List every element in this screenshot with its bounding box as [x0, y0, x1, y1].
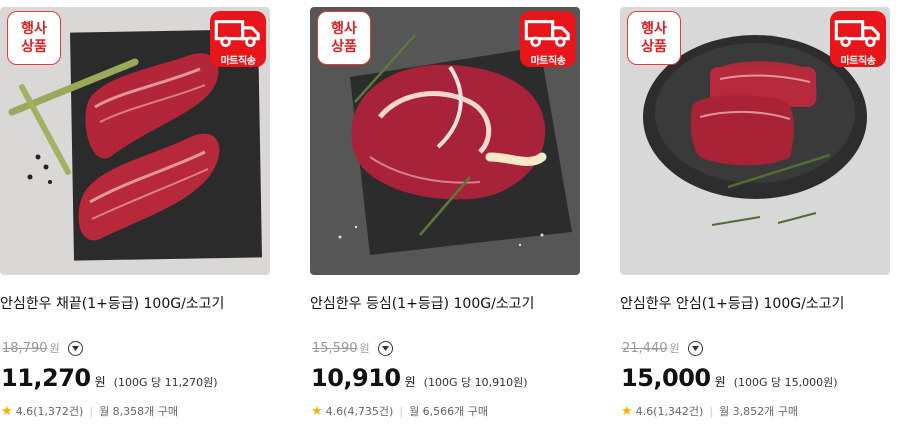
sale-price: 15,000: [621, 364, 711, 392]
mart-delivery-badge: 마트직송: [520, 11, 576, 67]
event-product-badge: 행사 상품: [627, 11, 681, 65]
price-detail-toggle[interactable]: [687, 340, 703, 356]
product-title[interactable]: 안심한우 안심(1+등급) 100G/소고기: [620, 293, 844, 313]
original-price: 18,790: [2, 340, 48, 356]
original-price-row: 15,590 원: [312, 340, 393, 356]
chevron-down-icon: [71, 345, 79, 351]
chevron-down-icon: [381, 345, 389, 351]
rating-text[interactable]: 4.6(4,735건): [326, 403, 394, 419]
monthly-sales: 월 3,852개 구매: [719, 405, 799, 418]
original-price-row: 18,790 원: [2, 340, 83, 356]
product-card[interactable]: 행사 상품 마트직송 안심한우 채끝(1+등급) 100G/소고기 18,790…: [0, 0, 272, 442]
rating-text[interactable]: 4.6(1,372건): [16, 403, 84, 419]
event-badge-line-1: 행사: [331, 21, 357, 37]
unit-price: (100G 당 10,910원): [423, 376, 528, 389]
product-card[interactable]: 행사 상품 마트직송 안심한우 등심(1+등급) 100G/소고기 15,590…: [310, 0, 582, 442]
truck-icon: [214, 20, 260, 48]
original-price-unit: 원: [669, 342, 680, 355]
monthly-sales: 월 8,358개 구매: [99, 405, 179, 418]
original-price: 15,590: [312, 340, 358, 356]
sale-price-unit: 원: [714, 375, 726, 389]
event-product-badge: 행사 상품: [317, 11, 371, 65]
unit-price: (100G 당 15,000원): [733, 376, 838, 389]
star-icon: ★: [621, 403, 633, 419]
price-detail-toggle[interactable]: [377, 340, 393, 356]
product-grid: 행사 상품 마트직송 안심한우 채끝(1+등급) 100G/소고기 18,790…: [0, 0, 907, 442]
monthly-sales: 월 6,566개 구매: [409, 405, 489, 418]
product-image[interactable]: 행사 상품 마트직송: [620, 7, 890, 275]
divider: |: [89, 404, 94, 418]
sale-price-unit: 원: [94, 375, 106, 389]
mart-badge-label: 마트직송: [840, 56, 876, 67]
mart-badge-label: 마트직송: [220, 56, 256, 67]
mart-delivery-badge: 마트직송: [210, 11, 266, 67]
sale-price: 10,910: [311, 364, 401, 392]
event-badge-line-1: 행사: [21, 21, 47, 37]
rating-row: ★ 4.6(4,735건) | 월 6,566개 구매: [311, 403, 488, 419]
sale-price: 11,270: [1, 364, 91, 392]
truck-icon: [524, 20, 570, 48]
original-price-unit: 원: [359, 342, 370, 355]
mart-delivery-badge: 마트직송: [830, 11, 886, 67]
divider: |: [399, 404, 404, 418]
price-detail-toggle[interactable]: [67, 340, 83, 356]
event-badge-line-1: 행사: [641, 21, 667, 37]
product-title[interactable]: 안심한우 등심(1+등급) 100G/소고기: [310, 293, 534, 313]
mart-badge-label: 마트직송: [530, 56, 566, 67]
star-icon: ★: [1, 403, 13, 419]
product-image[interactable]: 행사 상품 마트직송: [310, 7, 580, 275]
chevron-down-icon: [691, 345, 699, 351]
star-icon: ★: [311, 403, 323, 419]
rating-row: ★ 4.6(1,342건) | 월 3,852개 구매: [621, 403, 798, 419]
event-product-badge: 행사 상품: [7, 11, 61, 65]
product-image[interactable]: 행사 상품 마트직송: [0, 7, 270, 275]
rating-text[interactable]: 4.6(1,342건): [636, 403, 704, 419]
price-row: 10,910 원 (100G 당 10,910원): [311, 364, 528, 392]
original-price-row: 21,440 원: [622, 340, 703, 356]
price-row: 11,270 원 (100G 당 11,270원): [1, 364, 218, 392]
unit-price: (100G 당 11,270원): [113, 376, 218, 389]
rating-row: ★ 4.6(1,372건) | 월 8,358개 구매: [1, 403, 178, 419]
event-badge-line-2: 상품: [331, 39, 357, 55]
event-badge-line-2: 상품: [21, 39, 47, 55]
divider: |: [709, 404, 714, 418]
truck-icon: [834, 20, 880, 48]
product-card[interactable]: 행사 상품 마트직송 안심한우 안심(1+등급) 100G/소고기 21,440…: [620, 0, 892, 442]
sale-price-unit: 원: [404, 375, 416, 389]
original-price: 21,440: [622, 340, 668, 356]
product-title[interactable]: 안심한우 채끝(1+등급) 100G/소고기: [0, 293, 224, 313]
event-badge-line-2: 상품: [641, 39, 667, 55]
original-price-unit: 원: [49, 342, 60, 355]
price-row: 15,000 원 (100G 당 15,000원): [621, 364, 838, 392]
